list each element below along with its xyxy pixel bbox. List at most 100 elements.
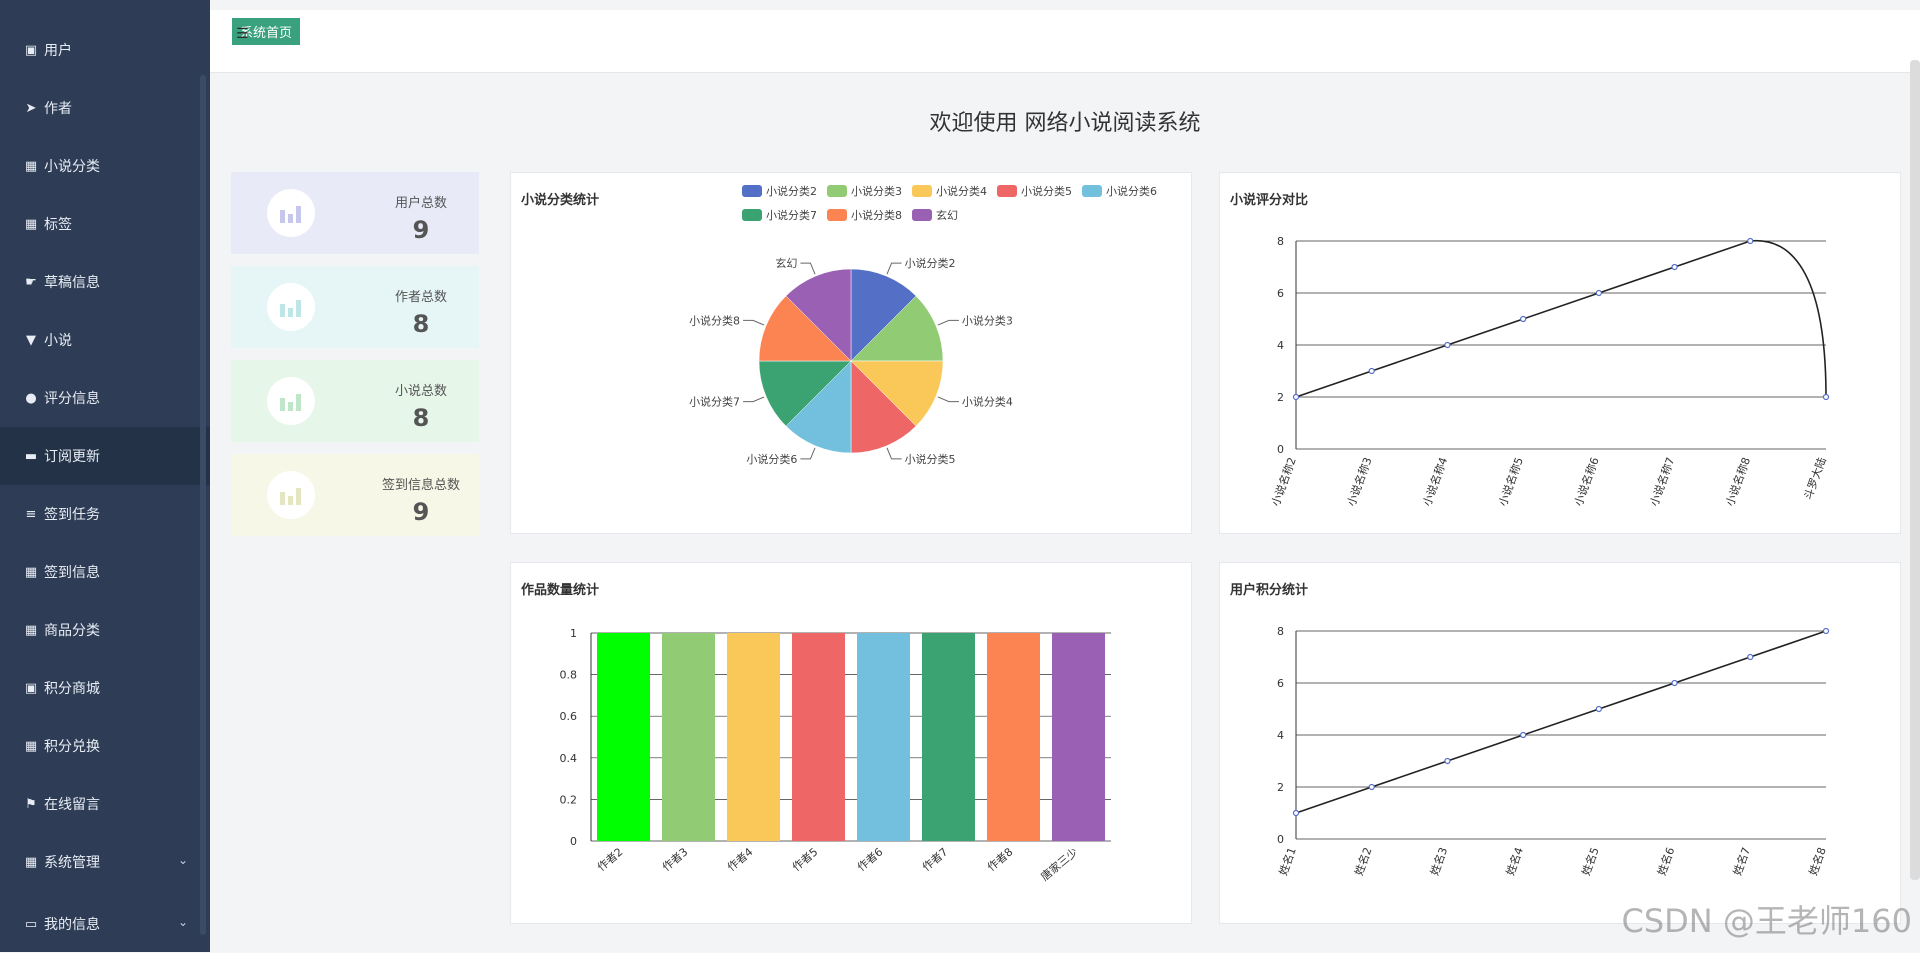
x-tick-label: 斗罗大陆: [1801, 455, 1829, 501]
sidebar-item-12[interactable]: ▦ 积分兑换: [0, 717, 210, 775]
sidebar-scrollbar[interactable]: [200, 75, 206, 935]
bar[interactable]: [1052, 633, 1105, 841]
bar[interactable]: [727, 633, 780, 841]
data-point[interactable]: [1747, 653, 1754, 661]
data-point[interactable]: [1671, 679, 1678, 687]
data-point[interactable]: [1671, 263, 1678, 271]
bar[interactable]: [987, 633, 1040, 841]
pie-label-line: [886, 447, 902, 460]
y-tick-label: 0.6: [560, 710, 578, 723]
data-point[interactable]: [1595, 289, 1602, 297]
pie-label-line: [800, 447, 816, 460]
sidebar-item-6[interactable]: ● 评分信息: [0, 369, 210, 427]
y-tick-label: 2: [1277, 781, 1284, 794]
sidebar-item-15[interactable]: ▭ 我的信息 ⌄: [0, 895, 210, 953]
grid-icon: ▦: [24, 216, 38, 232]
points-line-chart: 0 2 4 6 8 姓名1 姓名2 姓名3 姓名4 姓名5 姓名6 姓名7 姓名8: [1276, 625, 1830, 877]
sidebar-item-label: 小说: [44, 333, 72, 349]
pie-slice-label: 小说分类7: [689, 395, 740, 409]
bar[interactable]: [662, 633, 715, 841]
pie-chart: 小说分类2 小说分类3 小说分类4 小说分类5 小说分类6 小说分类7 小说分类8 玄幻: [689, 256, 1013, 466]
data-point[interactable]: [1520, 731, 1527, 739]
x-tick-label: 姓名8: [1806, 845, 1829, 877]
sidebar-item-14[interactable]: ▦ 系统管理 ⌄: [0, 833, 210, 891]
bar-chart-panel: 作品数量统计 0 0.2 0.4 0.6 0.8 1 作者2 作者3 作者4 作者5 作者6 作者7 作…: [510, 562, 1192, 924]
page-scrollbar[interactable]: [1910, 60, 1920, 880]
data-point[interactable]: [1292, 809, 1300, 817]
data-point[interactable]: [1444, 341, 1451, 349]
grid-icon: ▦: [24, 158, 38, 174]
y-tick-label: 0: [1277, 833, 1284, 846]
sidebar-item-7[interactable]: ▬ 订阅更新: [0, 427, 210, 485]
x-tick-label: 小说名称6: [1571, 455, 1602, 508]
sidebar-item-label: 草稿信息: [44, 275, 100, 291]
sidebar-item-4[interactable]: ☛ 草稿信息: [0, 253, 210, 311]
sidebar-item-2[interactable]: ▦ 小说分类: [0, 137, 210, 195]
x-tick-label: 姓名1: [1276, 845, 1299, 877]
data-point[interactable]: [1520, 315, 1527, 323]
stat-card: 小说总数 8: [231, 360, 479, 442]
stat-card: 用户总数 9: [231, 172, 479, 254]
data-point[interactable]: [1292, 393, 1300, 401]
bar[interactable]: [792, 633, 845, 841]
sidebar-item-label: 商品分类: [44, 623, 100, 639]
sidebar-item-10[interactable]: ▦ 商品分类: [0, 601, 210, 659]
x-tick-label: 作者6: [855, 845, 886, 874]
bar-chart-icon: [267, 471, 315, 519]
sidebar-item-9[interactable]: ▦ 签到信息: [0, 543, 210, 601]
sidebar-item-0[interactable]: ▣ 用户: [0, 21, 210, 79]
sidebar-item-1[interactable]: ➤ 作者: [0, 79, 210, 137]
pie-slice-label: 玄幻: [775, 256, 797, 270]
pie-label-line: [937, 396, 959, 403]
pie-slice-label: 小说分类4: [962, 395, 1013, 409]
sidebar-item-label: 我的信息: [44, 917, 100, 933]
grid-icon: ▦: [24, 564, 38, 580]
hand-icon: ☛: [25, 274, 37, 290]
flag-icon: ⚑: [25, 796, 37, 812]
data-point[interactable]: [1747, 237, 1754, 245]
pie-slice-label: 小说分类6: [746, 452, 797, 466]
sidebar-item-11[interactable]: ▣ 积分商城: [0, 659, 210, 717]
rating-line-chart: 0 2 4 6 8 小说名称2 小说名称3 小说名称4 小说名称5 小说名称6 小说名称7 小说名称8…: [1268, 235, 1830, 508]
data-point[interactable]: [1822, 393, 1830, 401]
sidebar-item-13[interactable]: ⚑ 在线留言: [0, 775, 210, 833]
sidebar-item-3[interactable]: ▦ 标签: [0, 195, 210, 253]
sidebar-item-label: 标签: [44, 217, 72, 233]
works-bar-chart: 0 0.2 0.4 0.6 0.8 1 作者2 作者3 作者4 作者5 作者6 作者7 作者8 唐家三少: [560, 627, 1111, 884]
pin-icon: ▼: [26, 332, 36, 348]
bar[interactable]: [922, 633, 975, 841]
sidebar-item-8[interactable]: ≡ 签到任务: [0, 485, 210, 543]
pie-chart-panel: 小说分类统计 小说分类2 小说分类3 小说分类4 小说分类5 小说分类6 小说分类7 小说分…: [510, 172, 1192, 534]
menu-toggle-icon[interactable]: ☰: [236, 26, 249, 42]
bar[interactable]: [597, 633, 650, 841]
sidebar: ▣ 用户 ➤ 作者 ▦ 小说分类 ▦ 标签 ☛ 草稿信息 ▼ 小说 ● 评分信息 ▬ 订阅更新 ≡ 签到任务 ▦ 签到…: [0, 0, 210, 952]
x-tick-label: 作者3: [660, 845, 691, 874]
y-tick-label: 6: [1277, 677, 1284, 690]
data-point[interactable]: [1444, 757, 1451, 765]
grid-icon: ▦: [24, 738, 38, 754]
stat-card: 签到信息总数 9: [231, 454, 479, 536]
data-point[interactable]: [1595, 705, 1602, 713]
x-tick-label: 姓名5: [1579, 845, 1602, 877]
x-tick-label: 作者8: [985, 845, 1016, 874]
pie-label-line: [937, 319, 959, 326]
data-point[interactable]: [1822, 627, 1830, 635]
x-tick-label: 唐家三少: [1038, 845, 1081, 884]
bar-chart-icon: [267, 377, 315, 425]
stat-label: 作者总数: [394, 290, 447, 305]
x-tick-label: 小说名称3: [1344, 455, 1375, 508]
list-icon: ≡: [25, 506, 37, 522]
sidebar-item-label: 积分商城: [44, 681, 100, 697]
data-point[interactable]: [1368, 783, 1375, 791]
x-tick-label: 作者5: [790, 845, 821, 874]
welcome-title: 欢迎使用 网络小说阅读系统: [929, 111, 1201, 136]
sidebar-item-5[interactable]: ▼ 小说: [0, 311, 210, 369]
bar[interactable]: [857, 633, 910, 841]
watermark: CSDN @王老师160: [1621, 902, 1913, 940]
data-point[interactable]: [1368, 367, 1375, 375]
stat-label: 小说总数: [394, 384, 447, 399]
series-line: [1295, 239, 1827, 398]
y-tick-label: 1: [570, 627, 577, 640]
x-tick-label: 小说名称5: [1495, 455, 1526, 508]
ticket-icon: ▬: [24, 448, 38, 464]
